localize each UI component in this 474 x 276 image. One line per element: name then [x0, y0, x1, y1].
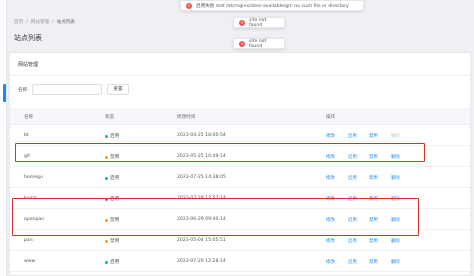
- toast-message: site not found: [249, 17, 267, 28]
- breadcrumb-current: 站点列表: [56, 20, 76, 25]
- site-name: bt: [24, 133, 29, 138]
- status-badge: 启用: [105, 175, 119, 181]
- site-name: homegu: [24, 175, 43, 180]
- breadcrumb-home[interactable]: 首页: [14, 19, 23, 25]
- edit-button[interactable]: 修改: [326, 238, 335, 244]
- status-dot-icon: [105, 134, 108, 138]
- disable-button[interactable]: 禁用: [369, 259, 378, 265]
- modified-time: 2023-05-04 15:05:51: [177, 238, 226, 243]
- card-divider: [10, 75, 470, 76]
- edit-button[interactable]: 修改: [326, 133, 335, 139]
- delete-button[interactable]: 删除: [391, 238, 400, 244]
- enable-button[interactable]: 启用: [348, 259, 357, 265]
- toast-message: site not found: [249, 38, 267, 49]
- modified-time: 2023-04-25 18:00:54: [177, 133, 226, 138]
- delete-button[interactable]: 删除: [391, 133, 400, 139]
- status-dot-icon: [105, 260, 108, 264]
- sidebar-active-indicator: [3, 84, 6, 102]
- name-filter-input[interactable]: [32, 84, 102, 95]
- status-text: 启用: [110, 260, 120, 265]
- error-toast-3: ✕ site not found: [233, 38, 285, 49]
- header-modified-time: 修改时间: [177, 115, 196, 120]
- status-dot-icon: [105, 176, 108, 180]
- disable-button[interactable]: 禁用: [369, 238, 378, 244]
- status-text: 禁用: [110, 239, 120, 244]
- modified-time: 2023-07-25 14:38:05: [177, 175, 226, 180]
- header-actions: 操作: [326, 115, 336, 120]
- toast-message: 启用失败 stat /etc/nginx/sites-available/git…: [196, 3, 349, 9]
- error-toast-1: ✕ 启用失败 stat /etc/nginx/sites-available/g…: [180, 0, 364, 11]
- card-title: 网站管理: [18, 62, 39, 68]
- disable-button[interactable]: 禁用: [369, 133, 378, 139]
- x-icon: ✕: [239, 19, 245, 26]
- x-icon: ✕: [186, 2, 192, 9]
- status-dot-icon: [105, 239, 108, 243]
- site-name: www: [24, 259, 36, 264]
- enable-button[interactable]: 启用: [348, 175, 357, 181]
- enable-button[interactable]: 启用: [348, 133, 357, 139]
- x-icon: ✕: [239, 40, 245, 47]
- header-name: 名称: [24, 115, 34, 120]
- header-status: 状态: [105, 115, 115, 120]
- table-row: homegu 启用 2023-07-25 14:38:05 修改 启用 禁用 删除: [10, 167, 470, 188]
- edit-button[interactable]: 修改: [326, 259, 335, 265]
- highlight-box-git: [15, 143, 425, 162]
- table-header: 名称 状态 修改时间 操作: [10, 108, 470, 125]
- status-badge: 禁用: [105, 238, 119, 244]
- status-text: 启用: [110, 134, 120, 139]
- breadcrumb-site-management[interactable]: 网站管理: [31, 19, 49, 25]
- table-row: www 启用 2023-07-29 12:28:14 修改 启用 禁用 删除: [10, 251, 470, 272]
- disable-button[interactable]: 禁用: [369, 175, 378, 181]
- status-badge: 启用: [105, 259, 119, 265]
- reset-button[interactable]: 重置: [107, 84, 129, 95]
- filter-name-label: 名称:: [18, 88, 29, 93]
- highlight-box-openpan-pan: [12, 198, 419, 236]
- enable-button[interactable]: 启用: [348, 238, 357, 244]
- delete-button[interactable]: 删除: [391, 259, 400, 265]
- modified-time: 2023-07-29 12:28:14: [177, 259, 226, 264]
- left-sidebar: [0, 0, 7, 276]
- page-title: 站点列表: [14, 34, 42, 42]
- edit-button[interactable]: 修改: [326, 175, 335, 181]
- status-badge: 启用: [105, 133, 119, 139]
- error-toast-2: ✕ site not found: [233, 17, 285, 28]
- site-name: pan: [24, 238, 33, 243]
- status-text: 启用: [110, 176, 120, 181]
- delete-button[interactable]: 删除: [391, 175, 400, 181]
- breadcrumb: 首页 / 网站管理 / 站点列表: [14, 19, 76, 26]
- site-management-card: 网站管理 名称: 重置 名称 状态 修改时间 操作 bt 启用 2023-04-25…: [9, 52, 471, 276]
